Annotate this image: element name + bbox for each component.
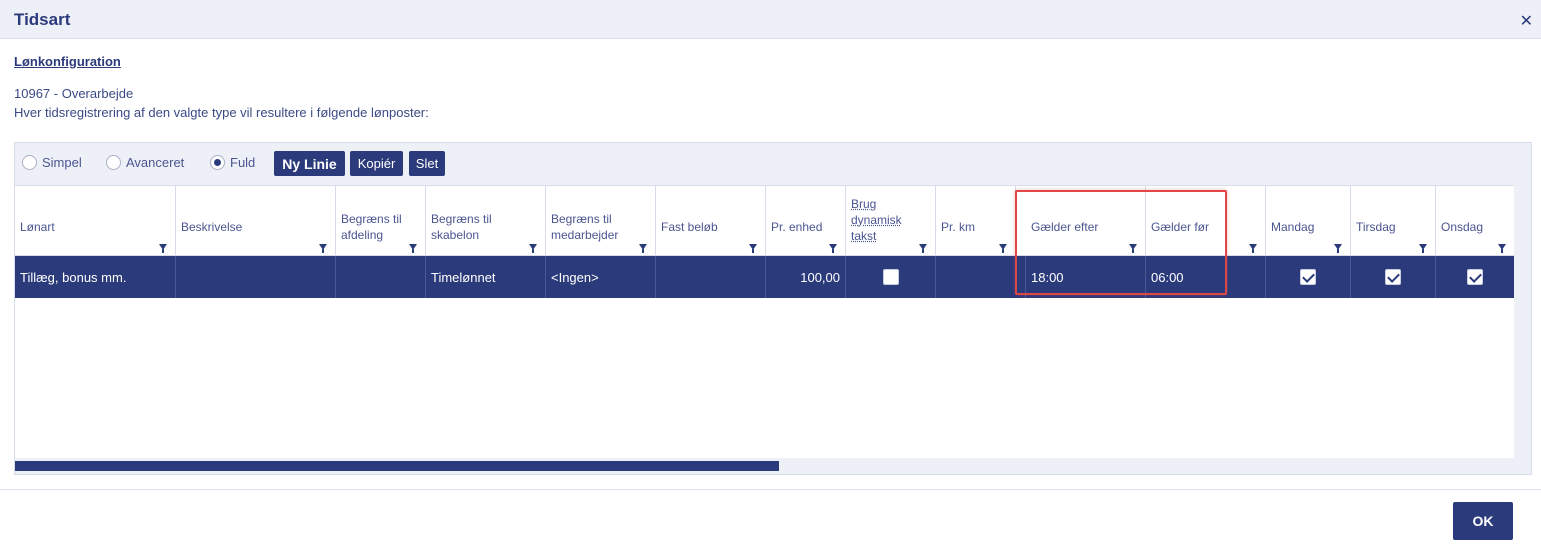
header-tirsdag-label: Tirsdag	[1356, 220, 1396, 234]
filter-icon[interactable]	[409, 244, 417, 253]
dialog-title: Tidsart	[14, 10, 71, 29]
header-tirsdag[interactable]: Tirsdag	[1351, 186, 1436, 256]
close-icon[interactable]: ✕	[1520, 11, 1533, 31]
header-skabelon[interactable]: Begræns til skabelon	[426, 186, 546, 256]
cell-gaelder-for[interactable]: 06:00	[1146, 256, 1266, 298]
filter-icon[interactable]	[749, 244, 757, 253]
filter-icon[interactable]	[919, 244, 927, 253]
cell-pr-enhed[interactable]: 100,00	[766, 256, 846, 298]
table-row[interactable]: Tillæg, bonus mm. Timelønnet <Ingen> 100…	[15, 256, 1514, 298]
dialog-titlebar: Tidsart ✕	[0, 0, 1541, 39]
filter-icon[interactable]	[319, 244, 327, 253]
description-text: Hver tidsregistrering af den valgte type…	[14, 105, 429, 120]
cell-mandag[interactable]	[1266, 256, 1351, 298]
filter-icon[interactable]	[529, 244, 537, 253]
filter-icon[interactable]	[829, 244, 837, 253]
cell-lonart[interactable]: Tillæg, bonus mm.	[15, 256, 176, 298]
radio-avanceret-label: Avanceret	[126, 155, 185, 170]
header-gaelder-for[interactable]: Gælder før	[1146, 186, 1266, 256]
filter-icon[interactable]	[1129, 244, 1137, 253]
filter-icon[interactable]	[999, 244, 1007, 253]
scrollbar-thumb[interactable]	[15, 461, 779, 471]
radio-fuld[interactable]: Fuld	[210, 155, 255, 170]
radio-fuld-label: Fuld	[230, 155, 256, 170]
grid-panel: Simpel Avanceret Fuld Ny Linie Kopiér Sl…	[14, 142, 1532, 475]
pay-lines-grid: Lønart Beskrivelse Begræns til afdeling …	[15, 185, 1514, 458]
cell-fast-belob[interactable]	[656, 256, 766, 298]
cell-pr-km[interactable]	[936, 256, 1026, 298]
delete-button[interactable]: Slet	[409, 151, 445, 176]
header-gaelder-efter[interactable]: Gælder efter	[1026, 186, 1146, 256]
header-spacer	[1016, 186, 1026, 256]
cell-tirsdag[interactable]	[1351, 256, 1436, 298]
header-pr-enhed-label: Pr. enhed	[771, 220, 823, 234]
cell-gaelder-efter[interactable]: 18:00	[1026, 256, 1146, 298]
copy-button[interactable]: Kopiér	[350, 151, 403, 176]
header-gaelder-for-label: Gælder før	[1151, 220, 1210, 234]
header-pr-km-label: Pr. km	[941, 220, 976, 234]
onsdag-checkbox[interactable]	[1467, 269, 1483, 285]
filter-icon[interactable]	[159, 244, 167, 253]
header-afdeling-label: Begræns til afdeling	[341, 212, 402, 242]
header-dynamisk-takst[interactable]: Brug dynamisk takst	[846, 186, 936, 256]
new-line-button[interactable]: Ny Linie	[274, 151, 345, 176]
header-lonart[interactable]: Lønart	[15, 186, 176, 256]
cell-beskrivelse[interactable]	[176, 256, 336, 298]
header-beskrivelse-label: Beskrivelse	[181, 220, 243, 234]
radio-simpel[interactable]: Simpel	[22, 155, 82, 170]
tirsdag-checkbox[interactable]	[1385, 269, 1401, 285]
filter-icon[interactable]	[1498, 244, 1506, 253]
dialog-footer: OK	[0, 489, 1541, 549]
header-dynamisk-takst-label: Brug dynamisk takst	[851, 197, 902, 243]
radio-fuld-dot[interactable]	[210, 155, 225, 170]
header-lonart-label: Lønart	[20, 220, 55, 234]
radio-avanceret-dot[interactable]	[106, 155, 121, 170]
header-medarbejder-label: Begræns til medarbejder	[551, 212, 619, 242]
cell-afdeling[interactable]	[336, 256, 426, 298]
header-pr-enhed[interactable]: Pr. enhed	[766, 186, 846, 256]
header-pr-km[interactable]: Pr. km	[936, 186, 1016, 256]
header-onsdag-label: Onsdag	[1441, 220, 1484, 234]
dynamisk-takst-checkbox[interactable]	[882, 269, 899, 285]
mandag-checkbox[interactable]	[1300, 269, 1316, 285]
ok-button[interactable]: OK	[1453, 502, 1513, 540]
header-mandag-label: Mandag	[1271, 220, 1315, 234]
cell-dynamisk-takst[interactable]	[846, 256, 936, 298]
filter-icon[interactable]	[1419, 244, 1427, 253]
header-mandag[interactable]: Mandag	[1266, 186, 1351, 256]
cell-medarbejder[interactable]: <Ingen>	[546, 256, 656, 298]
header-medarbejder[interactable]: Begræns til medarbejder	[546, 186, 656, 256]
radio-simpel-label: Simpel	[42, 155, 82, 170]
lonart-code-text: 10967 - Overarbejde	[14, 86, 134, 101]
horizontal-scrollbar[interactable]	[15, 458, 1514, 474]
header-beskrivelse[interactable]: Beskrivelse	[176, 186, 336, 256]
radio-avanceret[interactable]: Avanceret	[106, 155, 184, 170]
lonkonfiguration-link[interactable]: Lønkonfiguration	[14, 54, 121, 69]
header-gaelder-efter-label: Gælder efter	[1031, 220, 1099, 234]
header-skabelon-label: Begræns til skabelon	[431, 212, 492, 242]
header-fast-belob[interactable]: Fast beløb	[656, 186, 766, 256]
filter-icon[interactable]	[1249, 244, 1257, 253]
filter-icon[interactable]	[639, 244, 647, 253]
filter-icon[interactable]	[1334, 244, 1342, 253]
header-afdeling[interactable]: Begræns til afdeling	[336, 186, 426, 256]
header-onsdag[interactable]: Onsdag	[1436, 186, 1514, 256]
header-fast-belob-label: Fast beløb	[661, 220, 718, 234]
cell-onsdag[interactable]	[1436, 256, 1514, 298]
cell-skabelon[interactable]: Timelønnet	[426, 256, 546, 298]
radio-simpel-dot[interactable]	[22, 155, 37, 170]
grid-toolbar: Simpel Avanceret Fuld Ny Linie Kopiér Sl…	[15, 143, 1531, 185]
